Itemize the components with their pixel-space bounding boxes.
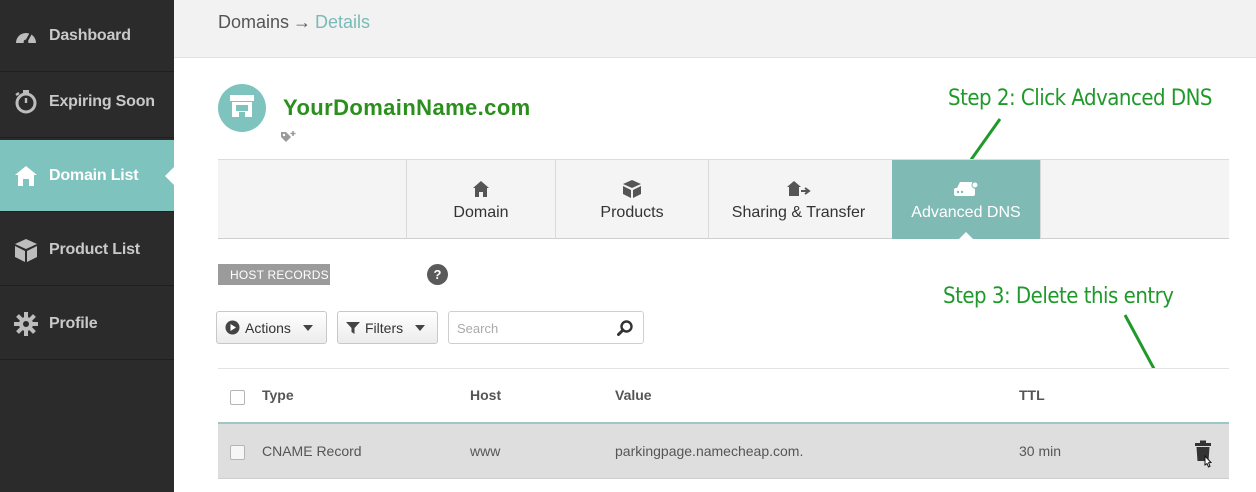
domain-name: YourDomainName.com <box>283 95 531 120</box>
breadcrumb-current: Details <box>315 12 371 32</box>
column-header-value[interactable]: Value <box>615 387 652 403</box>
record-value: parkingpage.namecheap.com. <box>615 443 804 459</box>
page-header: Domains → Details <box>174 0 1256 58</box>
record-type: CNAME Record <box>262 443 362 459</box>
tabs-bar: Domain Products Sharing & Transfer Advan… <box>218 159 1229 240</box>
sidebar-item-product-list[interactable]: Product List <box>0 214 174 286</box>
sidebar-item-expiring-soon[interactable]: Expiring Soon <box>0 66 174 138</box>
tab-advanced-dns[interactable]: Advanced DNS <box>892 160 1040 240</box>
sidebar-item-label: Domain List <box>49 166 139 184</box>
host-records-label: HOST RECORDS <box>218 264 330 285</box>
box-icon <box>622 178 642 200</box>
box-icon <box>12 236 40 264</box>
column-header-host[interactable]: Host <box>470 387 501 403</box>
breadcrumb-arrow-icon: → <box>293 12 312 32</box>
sidebar-item-profile[interactable]: Profile <box>0 288 174 360</box>
gear-icon <box>12 310 40 338</box>
sidebar-item-label: Product List <box>49 240 140 258</box>
table-row[interactable]: CNAME Record www parkingpage.namecheap.c… <box>218 424 1229 479</box>
sidebar-item-domain-list[interactable]: Domain List <box>0 140 174 212</box>
column-header-ttl[interactable]: TTL <box>1019 387 1045 403</box>
home-icon <box>472 178 490 200</box>
sidebar-item-dashboard[interactable]: Dashboard <box>0 0 174 72</box>
annotation-step-2: Step 2: Click Advanced DNS <box>948 86 1213 111</box>
chevron-down-icon <box>302 324 313 331</box>
filter-icon <box>346 321 360 335</box>
actions-button[interactable]: Actions <box>216 311 327 344</box>
tab-label: Products <box>600 203 664 221</box>
home-icon <box>12 162 40 190</box>
add-tag-icon[interactable] <box>280 130 296 149</box>
search-box <box>448 311 644 344</box>
sidebar-item-label: Expiring Soon <box>49 92 155 110</box>
breadcrumb-root[interactable]: Domains <box>218 12 289 32</box>
actions-label: Actions <box>245 319 291 336</box>
share-icon <box>786 178 812 200</box>
tab-label: Advanced DNS <box>911 203 1021 221</box>
sidebar: Dashboard Expiring Soon Domain List Prod… <box>0 0 174 492</box>
column-header-type[interactable]: Type <box>262 387 294 403</box>
search-input[interactable] <box>457 319 607 337</box>
stopwatch-icon <box>12 88 40 116</box>
sidebar-item-label: Dashboard <box>49 26 131 44</box>
sidebar-item-label: Profile <box>49 314 98 332</box>
tab-label: Domain <box>453 203 509 221</box>
annotation-step-3: Step 3: Delete this entry <box>943 284 1174 309</box>
play-circle-icon <box>225 320 240 335</box>
trash-icon[interactable] <box>1194 440 1216 475</box>
record-host: www <box>470 443 501 459</box>
tab-divider <box>1040 160 1041 239</box>
storefront-icon <box>228 94 256 123</box>
filters-label: Filters <box>365 319 404 336</box>
tab-sharing-transfer[interactable]: Sharing & Transfer <box>708 160 888 239</box>
table-header: Type Host Value TTL <box>218 368 1229 424</box>
tab-products[interactable]: Products <box>555 160 708 239</box>
tab-label: Sharing & Transfer <box>731 203 866 221</box>
search-icon[interactable] <box>617 320 633 341</box>
domain-avatar <box>218 84 266 132</box>
row-checkbox[interactable] <box>230 445 245 460</box>
record-ttl: 30 min <box>1019 443 1062 459</box>
server-icon <box>953 178 979 200</box>
select-all-checkbox[interactable] <box>230 390 245 405</box>
chevron-down-icon <box>415 324 426 331</box>
breadcrumb: Domains → Details <box>218 12 370 33</box>
gauge-icon <box>12 22 40 50</box>
filters-button[interactable]: Filters <box>337 311 438 344</box>
help-icon[interactable]: ? <box>427 264 448 285</box>
tab-domain[interactable]: Domain <box>406 160 555 239</box>
